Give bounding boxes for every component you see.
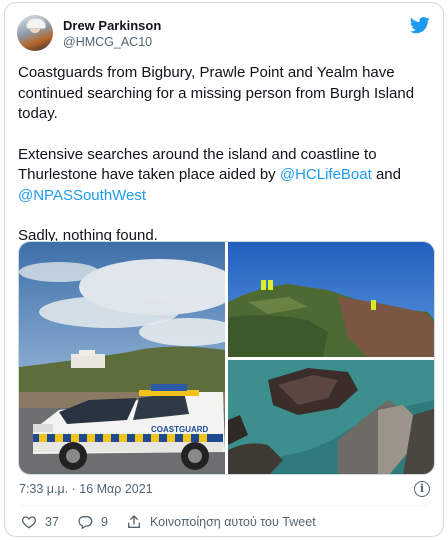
share-label: Κοινοποίηση αυτού του Tweet [150,515,316,529]
avatar[interactable] [17,15,53,51]
author-name[interactable]: Drew Parkinson [63,18,161,33]
vehicle-livery-text: COASTGUARD [151,425,209,434]
info-icon[interactable]: i [414,481,430,497]
tweet-text: Coastguards from Bigbury, Prawle Point a… [18,63,434,267]
like-count: 37 [45,515,59,529]
reply-count: 9 [101,515,108,529]
media-grid: COASTGUARD [18,241,435,475]
divider [18,505,430,506]
author-handle[interactable]: @HMCG_AC10 [63,35,152,49]
photo-cliff-coastguards[interactable] [228,242,434,357]
tweet-paragraph: Extensive searches around the island and… [18,145,434,207]
timestamp[interactable]: 7:33 μ.μ. · 16 Μαρ 2021 [19,482,153,496]
tweet-header: Drew Parkinson @HMCG_AC10 [17,13,431,53]
share-button[interactable]: Κοινοποίηση αυτού του Tweet [126,511,316,533]
like-button[interactable]: 37 [21,511,59,533]
reply-icon [78,516,93,529]
tweet-text-segment: and [371,166,401,183]
twitter-bird-icon[interactable] [409,15,431,35]
photo-rocks-sea[interactable] [228,360,434,474]
photo-coastguard-vehicle[interactable]: COASTGUARD [19,242,225,474]
action-bar: 37 9 Κοινοποίηση αυτού του Tweet [19,511,429,533]
mention-link[interactable]: @HCLifeBoat [280,166,372,183]
tweet-card[interactable]: Drew Parkinson @HMCG_AC10 Coastguards fr… [4,2,444,537]
mention-link[interactable]: @NPASSouthWest [18,187,146,204]
tweet-paragraph: Coastguards from Bigbury, Prawle Point a… [18,64,415,122]
reply-button[interactable]: 9 [77,511,108,533]
heart-icon [21,516,37,529]
share-icon [127,515,140,528]
